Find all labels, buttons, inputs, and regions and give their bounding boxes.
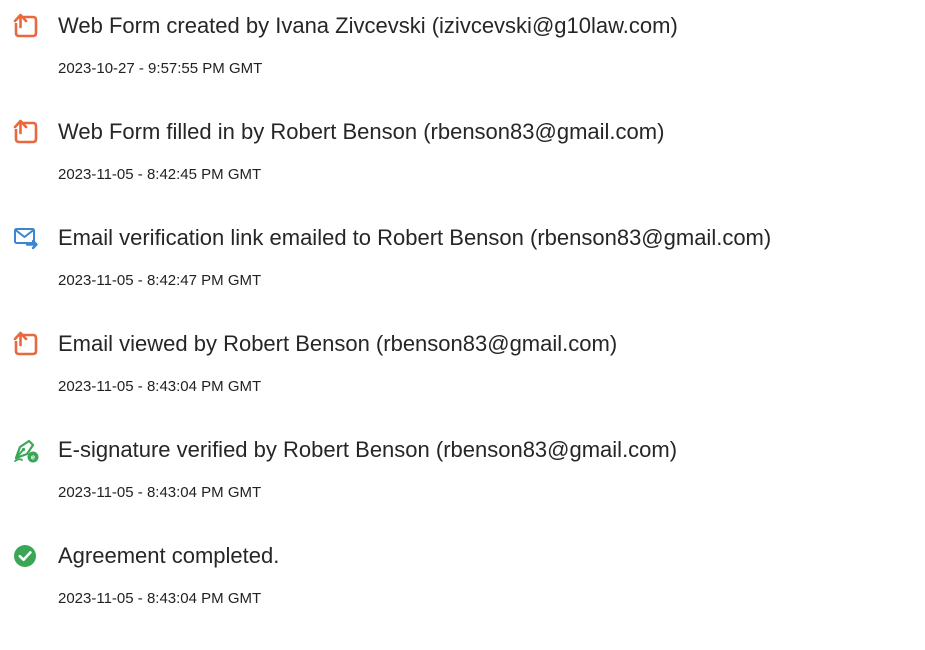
event-timestamp: 2023-11-05 - 8:42:47 PM GMT: [58, 272, 262, 289]
event-title: Web Form filled in by Robert Benson (rbe…: [58, 119, 665, 144]
audit-history-list: Web Form created by Ivana Zivcevski (izi…: [0, 0, 925, 632]
event-title: Agreement completed.: [58, 543, 280, 568]
history-event: e E-signature verified by Robert Benson …: [0, 424, 925, 530]
event-timestamp: 2023-11-05 - 8:42:45 PM GMT: [58, 166, 262, 183]
event-title: Web Form created by Ivana Zivcevski (izi…: [58, 13, 678, 38]
event-timestamp: 2023-11-05 - 8:43:04 PM GMT: [58, 378, 262, 395]
history-event: Web Form created by Ivana Zivcevski (izi…: [0, 0, 925, 106]
e-signature-pen-icon: e: [14, 439, 39, 463]
history-event: Agreement completed. 2023-11-05 - 8:43:0…: [0, 530, 925, 632]
document-upload-icon: [13, 13, 38, 38]
event-title: Email verification link emailed to Rober…: [58, 225, 772, 250]
event-title: E-signature verified by Robert Benson (r…: [58, 437, 678, 462]
event-timestamp: 2023-10-27 - 9:57:55 PM GMT: [58, 60, 263, 77]
document-upload-icon: [13, 331, 38, 356]
event-title: Email viewed by Robert Benson (rbenson83…: [58, 331, 618, 356]
history-event: Web Form filled in by Robert Benson (rbe…: [0, 106, 925, 212]
event-timestamp: 2023-11-05 - 8:43:04 PM GMT: [58, 590, 262, 607]
email-send-icon: [14, 228, 38, 250]
svg-text:e: e: [31, 453, 35, 462]
document-upload-icon: [13, 119, 38, 144]
event-timestamp: 2023-11-05 - 8:43:04 PM GMT: [58, 484, 262, 501]
check-circle-icon: [14, 545, 36, 567]
history-event: Email viewed by Robert Benson (rbenson83…: [0, 318, 925, 424]
history-event: Email verification link emailed to Rober…: [0, 212, 925, 318]
